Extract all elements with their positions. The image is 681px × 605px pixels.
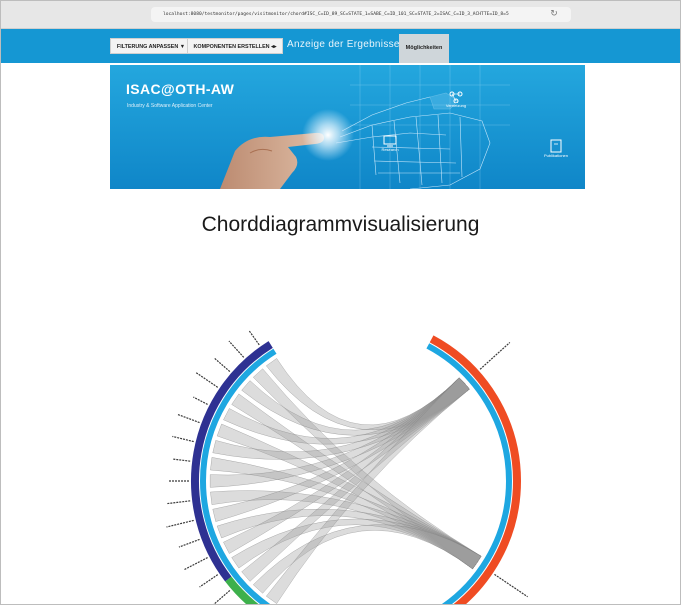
- right-node-label: [479, 342, 511, 370]
- left-node-label: [172, 458, 191, 462]
- left-node-label: [228, 340, 245, 358]
- left-node-label: [166, 519, 194, 528]
- chord-diagram: [166, 329, 528, 604]
- left-node-label: [195, 372, 219, 388]
- left-node-label: [178, 538, 200, 548]
- left-node-label: [172, 435, 194, 443]
- left-node-label: [248, 329, 260, 346]
- left-node-label: [184, 557, 208, 571]
- left-node-label: [166, 500, 191, 505]
- left-node-label: [193, 396, 208, 405]
- left-node-label: [214, 358, 231, 373]
- left-node-label: [213, 589, 231, 604]
- browser-window: localhost:8080/testmonitor/pages/visitmo…: [0, 0, 681, 605]
- chord-links: [209, 358, 482, 604]
- left-node-label: [199, 574, 219, 588]
- right-node-label: [494, 573, 528, 598]
- left-node-label: [176, 413, 200, 424]
